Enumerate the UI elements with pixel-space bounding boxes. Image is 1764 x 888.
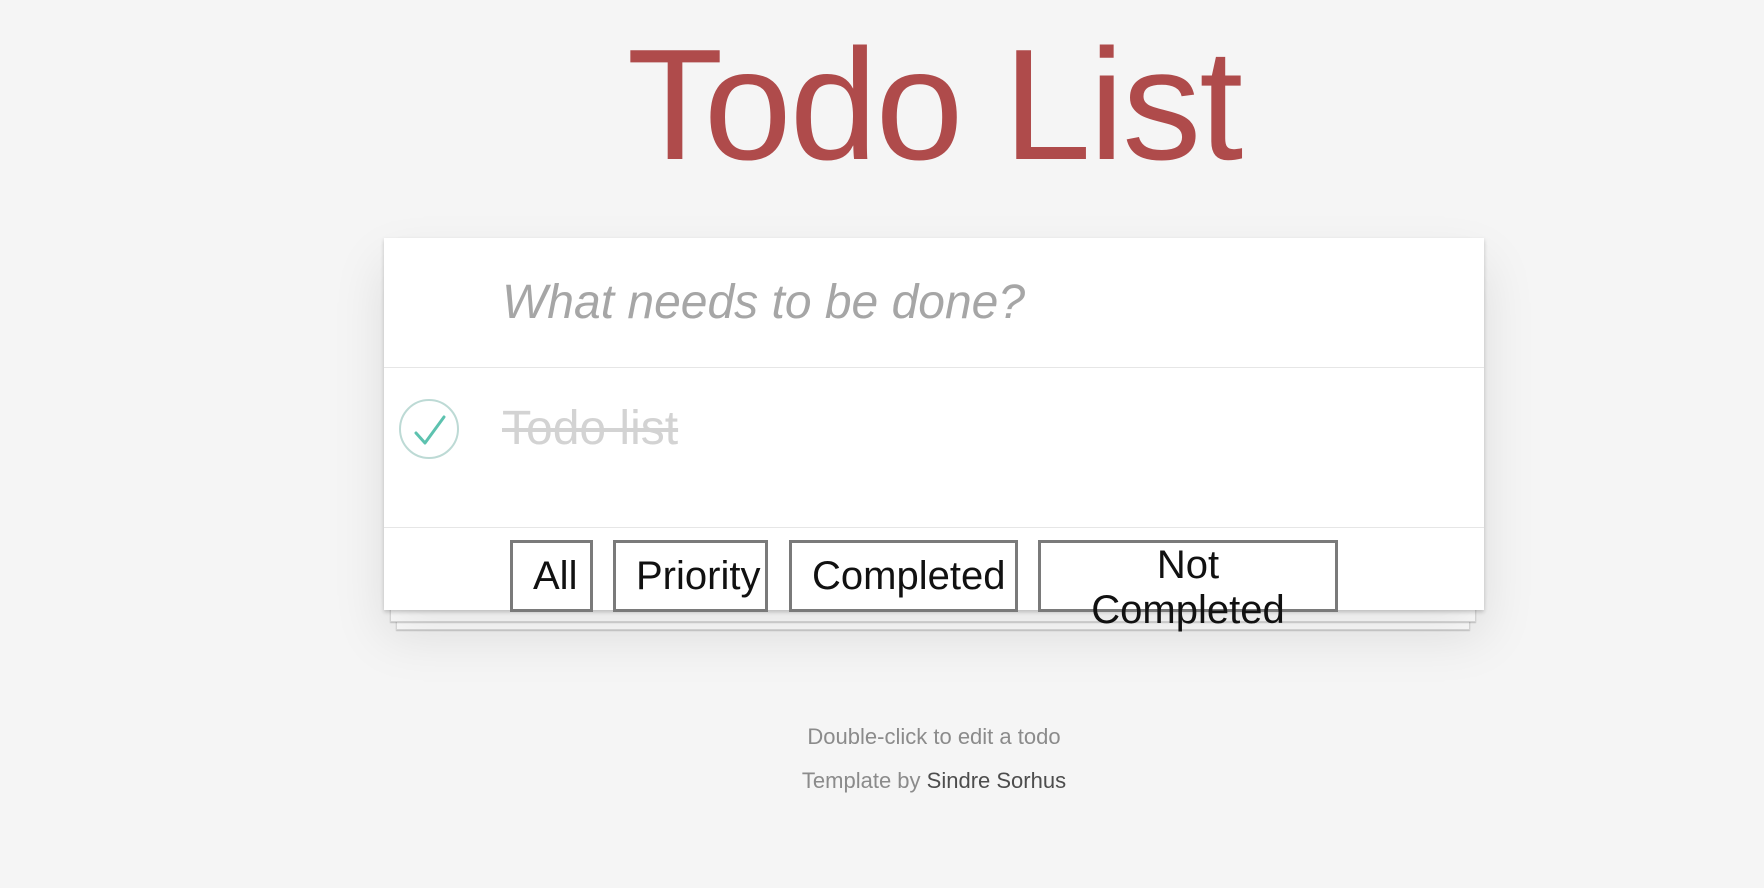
todo-card: Todo list All Priority Completed Not Com…: [384, 238, 1484, 632]
template-credit: Template by Sindre Sorhus: [0, 768, 1764, 794]
credit-prefix: Template by: [801, 768, 921, 793]
filter-completed-button[interactable]: Completed: [789, 540, 1018, 612]
filter-not-completed-button[interactable]: Not Completed: [1038, 540, 1338, 632]
edit-hint: Double-click to edit a todo: [807, 724, 1061, 749]
todo-item[interactable]: Todo list: [384, 369, 1484, 528]
filter-all-button[interactable]: All: [510, 540, 593, 612]
todo-item-label: Todo list: [502, 402, 679, 455]
new-todo-input[interactable]: [384, 238, 1484, 368]
check-icon: [414, 415, 446, 445]
author-link[interactable]: Sindre Sorhus: [927, 768, 1066, 793]
completed-toggle[interactable]: [399, 399, 459, 459]
filter-priority-button[interactable]: Priority: [613, 540, 768, 612]
filter-bar: All Priority Completed Not Completed: [384, 528, 1484, 632]
page-title: Todo List: [626, 17, 1243, 193]
